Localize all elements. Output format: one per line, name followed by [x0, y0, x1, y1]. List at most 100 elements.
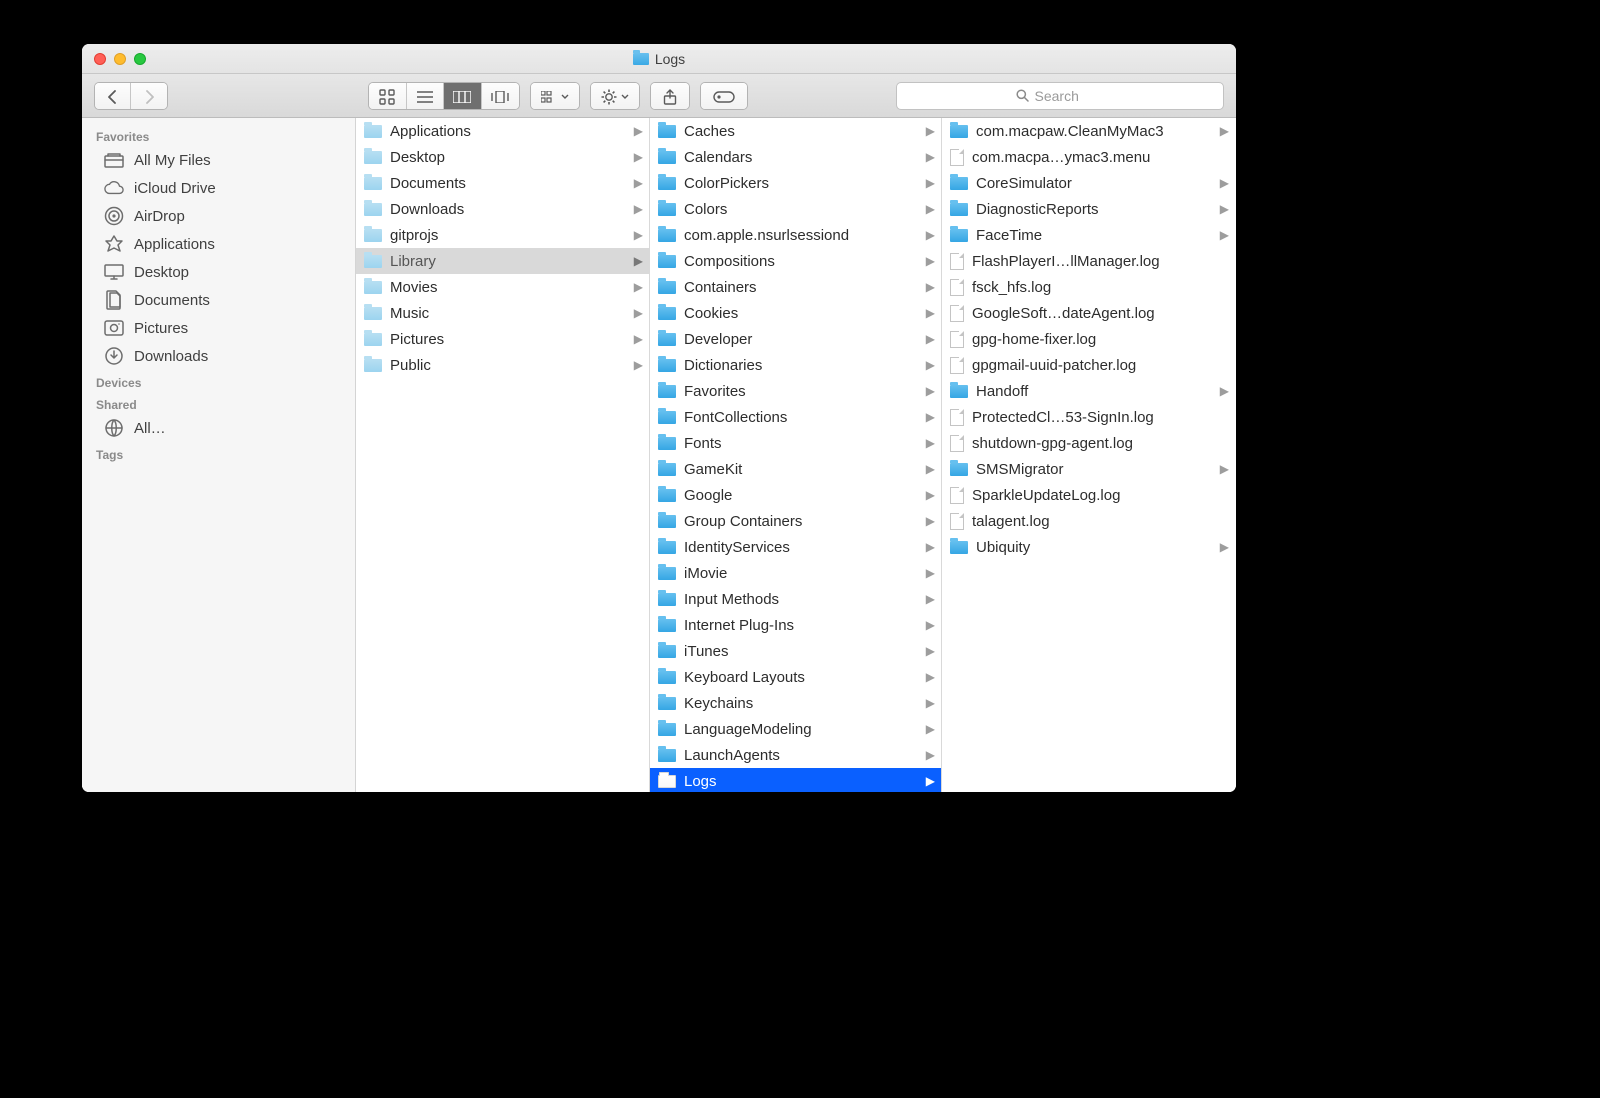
- folder-icon: [658, 437, 676, 450]
- folder-icon: [950, 125, 968, 138]
- list-item[interactable]: LaunchAgents▶: [650, 742, 941, 768]
- list-item[interactable]: iTunes▶: [650, 638, 941, 664]
- list-item[interactable]: Favorites▶: [650, 378, 941, 404]
- list-item[interactable]: Music▶: [356, 300, 649, 326]
- list-item[interactable]: Dictionaries▶: [650, 352, 941, 378]
- file-icon: [950, 305, 964, 322]
- list-item[interactable]: Movies▶: [356, 274, 649, 300]
- view-coverflow-button[interactable]: [482, 83, 519, 110]
- list-item[interactable]: Cookies▶: [650, 300, 941, 326]
- sidebar-section-label: Tags: [82, 442, 355, 464]
- sidebar-item-network[interactable]: All…: [82, 414, 355, 442]
- list-item[interactable]: Containers▶: [650, 274, 941, 300]
- list-item[interactable]: FaceTime▶: [942, 222, 1235, 248]
- chevron-right-icon: ▶: [634, 202, 643, 216]
- file-icon: [950, 253, 964, 270]
- list-item[interactable]: Keychains▶: [650, 690, 941, 716]
- list-item[interactable]: Google▶: [650, 482, 941, 508]
- list-item[interactable]: GameKit▶: [650, 456, 941, 482]
- list-item[interactable]: FontCollections▶: [650, 404, 941, 430]
- list-item[interactable]: SparkleUpdateLog.log: [942, 482, 1235, 508]
- list-item[interactable]: ColorPickers▶: [650, 170, 941, 196]
- sidebar-item-applications[interactable]: Applications: [82, 230, 355, 258]
- folder-icon: [658, 723, 676, 736]
- view-list-button[interactable]: [407, 83, 445, 110]
- list-item[interactable]: Developer▶: [650, 326, 941, 352]
- list-item[interactable]: Colors▶: [650, 196, 941, 222]
- sidebar-item-downloads[interactable]: Downloads: [82, 342, 355, 370]
- list-item[interactable]: GoogleSoft…dateAgent.log: [942, 300, 1235, 326]
- search-input[interactable]: [1035, 88, 1105, 104]
- list-item[interactable]: Pictures▶: [356, 326, 649, 352]
- sidebar-item-icloud[interactable]: iCloud Drive: [82, 174, 355, 202]
- column-2[interactable]: com.macpaw.CleanMyMac3▶com.macpa…ymac3.m…: [942, 118, 1235, 792]
- list-item[interactable]: CoreSimulator▶: [942, 170, 1235, 196]
- sidebar-item-documents[interactable]: Documents: [82, 286, 355, 314]
- list-item[interactable]: Downloads▶: [356, 196, 649, 222]
- folder-icon: [658, 151, 676, 164]
- share-button[interactable]: [650, 82, 690, 110]
- list-item[interactable]: SMSMigrator▶: [942, 456, 1235, 482]
- sidebar-item-airdrop[interactable]: AirDrop: [82, 202, 355, 230]
- list-item[interactable]: ProtectedCl…53-SignIn.log: [942, 404, 1235, 430]
- list-item[interactable]: gpgmail-uuid-patcher.log: [942, 352, 1235, 378]
- list-item[interactable]: Logs▶: [650, 768, 941, 792]
- folder-icon: [658, 619, 676, 632]
- list-item[interactable]: DiagnosticReports▶: [942, 196, 1235, 222]
- list-item[interactable]: Group Containers▶: [650, 508, 941, 534]
- list-item[interactable]: shutdown-gpg-agent.log: [942, 430, 1235, 456]
- share-icon: [663, 89, 677, 105]
- item-label: iTunes: [684, 643, 918, 660]
- list-item[interactable]: IdentityServices▶: [650, 534, 941, 560]
- list-item[interactable]: Documents▶: [356, 170, 649, 196]
- list-item[interactable]: iMovie▶: [650, 560, 941, 586]
- column-1[interactable]: Caches▶Calendars▶ColorPickers▶Colors▶com…: [650, 118, 942, 792]
- chevron-right-icon: ▶: [634, 358, 643, 372]
- list-item[interactable]: talagent.log: [942, 508, 1235, 534]
- list-item[interactable]: Ubiquity▶: [942, 534, 1235, 560]
- folder-icon: [364, 151, 382, 164]
- list-item[interactable]: Applications▶: [356, 118, 649, 144]
- view-icon-button[interactable]: [369, 83, 407, 110]
- list-item[interactable]: com.macpa…ymac3.menu: [942, 144, 1235, 170]
- list-item[interactable]: fsck_hfs.log: [942, 274, 1235, 300]
- sidebar-item-desktop[interactable]: Desktop: [82, 258, 355, 286]
- list-item[interactable]: FlashPlayerI…llManager.log: [942, 248, 1235, 274]
- list-item[interactable]: gpg-home-fixer.log: [942, 326, 1235, 352]
- list-item[interactable]: LanguageModeling▶: [650, 716, 941, 742]
- arrange-button[interactable]: [530, 82, 580, 110]
- list-item[interactable]: gitprojs▶: [356, 222, 649, 248]
- sidebar-item-all-my-files[interactable]: All My Files: [82, 146, 355, 174]
- list-item[interactable]: com.macpaw.CleanMyMac3▶: [942, 118, 1235, 144]
- folder-icon: [364, 203, 382, 216]
- column-0[interactable]: Applications▶Desktop▶Documents▶Downloads…: [356, 118, 650, 792]
- coverflow-icon: [490, 91, 510, 103]
- back-button[interactable]: [95, 83, 131, 110]
- list-item[interactable]: Fonts▶: [650, 430, 941, 456]
- search-field[interactable]: [896, 82, 1224, 110]
- item-label: Applications: [390, 123, 626, 140]
- list-item[interactable]: Library▶: [356, 248, 649, 274]
- list-item[interactable]: Desktop▶: [356, 144, 649, 170]
- list-item[interactable]: Internet Plug-Ins▶: [650, 612, 941, 638]
- forward-button[interactable]: [131, 83, 167, 110]
- chevron-right-icon: ▶: [634, 228, 643, 242]
- action-button[interactable]: [590, 82, 640, 110]
- chevron-right-icon: ▶: [926, 150, 935, 164]
- list-item[interactable]: Keyboard Layouts▶: [650, 664, 941, 690]
- folder-icon: [950, 385, 968, 398]
- folder-icon: [658, 671, 676, 684]
- tags-button[interactable]: [700, 82, 748, 110]
- folder-icon: [658, 203, 676, 216]
- list-item[interactable]: Handoff▶: [942, 378, 1235, 404]
- view-columns-button[interactable]: [444, 83, 482, 110]
- list-item[interactable]: Public▶: [356, 352, 649, 378]
- folder-icon: [658, 229, 676, 242]
- sidebar-item-pictures[interactable]: Pictures: [82, 314, 355, 342]
- list-item[interactable]: com.apple.nsurlsessiond▶: [650, 222, 941, 248]
- list-item[interactable]: Compositions▶: [650, 248, 941, 274]
- list-item[interactable]: Caches▶: [650, 118, 941, 144]
- window-title: Logs: [82, 44, 1236, 73]
- list-item[interactable]: Calendars▶: [650, 144, 941, 170]
- list-item[interactable]: Input Methods▶: [650, 586, 941, 612]
